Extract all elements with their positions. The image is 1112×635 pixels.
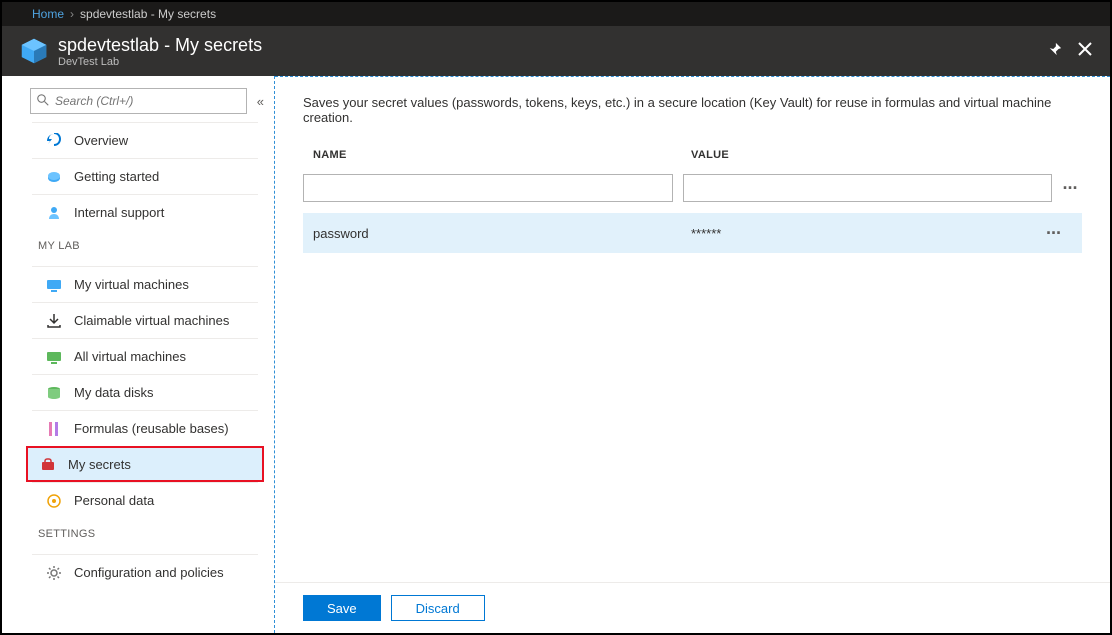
getting-started-icon (46, 169, 62, 185)
sidebar-item-data-disks[interactable]: My data disks (32, 374, 258, 410)
claim-icon (46, 313, 62, 329)
close-icon[interactable] (1078, 42, 1092, 61)
search-input[interactable] (55, 94, 240, 108)
sidebar-item-overview[interactable]: Overview (32, 122, 258, 158)
row-more-icon[interactable]: ··· (1046, 223, 1082, 244)
sidebar-item-label: Personal data (74, 493, 154, 508)
save-button[interactable]: Save (303, 595, 381, 621)
sidebar-item-label: Overview (74, 133, 128, 148)
search-box[interactable] (30, 88, 247, 114)
new-row-more-icon[interactable]: ··· (1058, 178, 1082, 199)
sidebar-item-label: Internal support (74, 205, 164, 220)
sidebar-item-getting-started[interactable]: Getting started (32, 158, 258, 194)
all-vm-icon (46, 349, 62, 365)
sidebar-section-settings: Configuration and policies (2, 554, 274, 590)
sidebar-item-internal-support[interactable]: Internal support (32, 194, 258, 230)
secrets-icon (40, 456, 56, 472)
breadcrumb-current: spdevtestlab - My secrets (80, 7, 216, 21)
sidebar-section-general: Overview Getting started Internal suppor… (2, 122, 274, 230)
sidebar-item-label: Claimable virtual machines (74, 313, 229, 328)
breadcrumb: Home › spdevtestlab - My secrets (2, 2, 1110, 26)
sidebar-item-claimable-vms[interactable]: Claimable virtual machines (32, 302, 258, 338)
row-name: password (303, 226, 681, 241)
breadcrumb-home[interactable]: Home (32, 7, 64, 21)
sidebar-item-my-secrets[interactable]: My secrets (26, 446, 264, 482)
sidebar-item-label: Configuration and policies (74, 565, 224, 580)
sidebar-item-config-policies[interactable]: Configuration and policies (32, 554, 258, 590)
secret-name-input[interactable] (303, 174, 673, 202)
sidebar-item-all-vms[interactable]: All virtual machines (32, 338, 258, 374)
sidebar-item-label: My virtual machines (74, 277, 189, 292)
column-value: VALUE (681, 149, 1046, 161)
disks-icon (46, 385, 62, 401)
table-row[interactable]: password ****** ··· (303, 213, 1082, 253)
blade-header: spdevtestlab - My secrets DevTest Lab (2, 26, 1110, 76)
pin-icon[interactable] (1048, 42, 1062, 61)
sidebar-item-my-vms[interactable]: My virtual machines (32, 266, 258, 302)
sidebar-item-label: Formulas (reusable bases) (74, 421, 229, 436)
main-panel: Saves your secret values (passwords, tok… (275, 76, 1110, 633)
sidebar-heading-settings: SETTINGS (2, 518, 274, 546)
vm-icon (46, 277, 62, 293)
lab-cube-icon (20, 37, 48, 65)
sidebar-item-personal-data[interactable]: Personal data (32, 482, 258, 518)
secret-value-input[interactable] (683, 174, 1052, 202)
new-secret-row: ··· (303, 171, 1082, 205)
footer: Save Discard (275, 582, 1110, 633)
personal-icon (46, 493, 62, 509)
sidebar-item-formulas[interactable]: Formulas (reusable bases) (32, 410, 258, 446)
table-header: NAME VALUE (303, 143, 1082, 167)
overview-icon (46, 133, 62, 149)
discard-button[interactable]: Discard (391, 595, 485, 621)
blade-title: spdevtestlab - My secrets (58, 35, 262, 56)
config-icon (46, 565, 62, 581)
sidebar-item-label: My secrets (68, 457, 131, 472)
support-icon (46, 205, 62, 221)
sidebar: « Overview Getting started Internal supp… (2, 76, 275, 633)
panel-description: Saves your secret values (passwords, tok… (303, 95, 1082, 125)
blade-subtitle: DevTest Lab (58, 56, 262, 68)
row-value: ****** (681, 226, 1046, 241)
search-icon (37, 94, 49, 109)
sidebar-section-mylab: My virtual machines Claimable virtual ma… (2, 266, 274, 518)
formulas-icon (46, 421, 62, 437)
collapse-sidebar-icon[interactable]: « (257, 94, 264, 109)
sidebar-heading-mylab: MY LAB (2, 230, 274, 258)
sidebar-item-label: My data disks (74, 385, 153, 400)
sidebar-item-label: All virtual machines (74, 349, 186, 364)
column-name: NAME (303, 149, 681, 161)
breadcrumb-separator: › (70, 7, 74, 21)
sidebar-item-label: Getting started (74, 169, 159, 184)
